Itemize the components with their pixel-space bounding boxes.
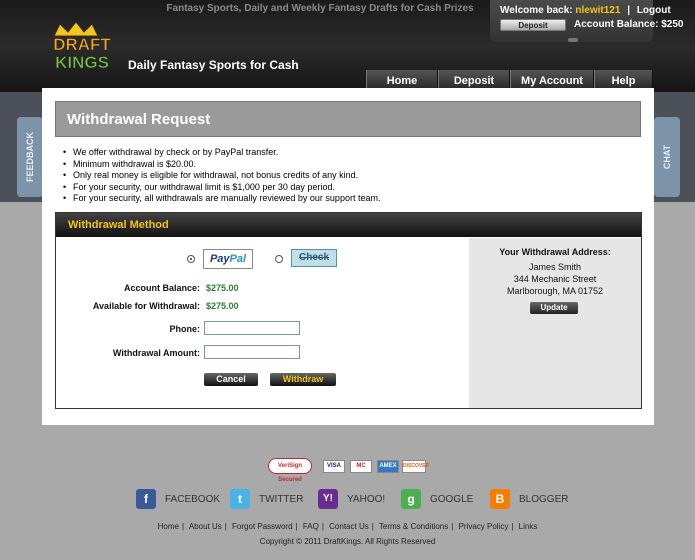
header-balance: Account Balance: $250: [574, 19, 684, 30]
logo-kings-text: KINGS: [55, 53, 109, 72]
header-deposit-button[interactable]: Deposit: [500, 19, 566, 31]
withdrawal-method-box: Withdrawal Method PayPal Check Account B…: [55, 212, 642, 409]
available-value: $275.00: [206, 301, 239, 311]
account-box: Welcome back: nlewit121 | Logout Deposit…: [490, 0, 684, 42]
withdrawal-panel: Withdrawal Request We offer withdrawal b…: [42, 88, 654, 425]
amex-card-icon: AMEX: [377, 460, 399, 473]
crown-icon: [53, 22, 99, 37]
copyright: Copyright © 2011 DraftKings. All Rights …: [259, 537, 436, 546]
note-item: For your security, our withdrawal limit …: [63, 182, 380, 194]
paypal-logo[interactable]: PayPal: [203, 249, 253, 269]
site-footer: VeriSign Secured VISA MC AMEX DISCOVER f…: [0, 440, 695, 560]
available-label: Available for Withdrawal:: [92, 301, 200, 311]
phone-label: Phone:: [169, 324, 201, 334]
note-item: Only real money is eligible for withdraw…: [63, 170, 380, 182]
logout-link[interactable]: Logout: [637, 5, 671, 16]
feedback-label: FEEDBACK: [25, 131, 35, 183]
note-item: We offer withdrawal by check or by PayPa…: [63, 147, 380, 159]
yahoo-label: YAHOO!: [347, 493, 386, 505]
site-title: Daily Fantasy Sports for Cash: [128, 58, 299, 72]
google-link[interactable]: g GOOGLE: [401, 489, 473, 509]
paypal-logo-text-b: Pal: [229, 253, 247, 265]
withdrawal-notes: We offer withdrawal by check or by PayPa…: [63, 147, 380, 205]
cancel-button[interactable]: Cancel: [204, 373, 258, 386]
footer-link-links[interactable]: Links: [519, 522, 538, 531]
footer-link-terms[interactable]: Terms & Conditions: [379, 522, 448, 531]
balance-value: $250: [661, 19, 684, 30]
verisign-badge[interactable]: VeriSign Secured: [268, 458, 312, 483]
facebook-label: FACEBOOK: [165, 493, 221, 505]
username-link[interactable]: nlewit121: [575, 5, 620, 16]
twitter-icon: t: [230, 489, 250, 509]
footer-link-about[interactable]: About Us: [189, 522, 222, 531]
visa-card-icon: VISA: [323, 460, 345, 473]
blogger-icon: B: [490, 489, 510, 509]
check-logo[interactable]: Check: [291, 249, 337, 267]
footer-link-privacy[interactable]: Privacy Policy: [459, 522, 509, 531]
blogger-link[interactable]: B BLOGGER: [490, 489, 568, 509]
address-city: Marlborough, MA 01752: [506, 286, 604, 296]
yahoo-link[interactable]: Y! YAHOO!: [318, 489, 385, 509]
discover-card-icon: DISCOVER: [402, 460, 429, 473]
account-balance-value: $275.00: [206, 283, 239, 293]
note-item: For your security, all withdrawals are m…: [63, 193, 380, 205]
footer-link-forgot-password[interactable]: Forgot Password: [232, 522, 292, 531]
note-item: Minimum withdrawal is $20.00.: [63, 159, 380, 171]
address-title: Your Withdrawal Address:: [499, 247, 611, 257]
welcome-line: Welcome back: nlewit121 | Logout: [500, 5, 671, 16]
withdrawal-address-panel: Your Withdrawal Address: James Smith 344…: [469, 238, 641, 408]
address-street: 344 Mechanic Street: [513, 274, 597, 284]
footer-link-faq[interactable]: FAQ: [303, 522, 319, 531]
logo-draft-text: DRAFT: [53, 35, 111, 54]
account-balance-label: Account Balance:: [123, 283, 200, 293]
withdrawal-method-title: Withdrawal Method: [56, 213, 641, 237]
google-label: GOOGLE: [430, 493, 474, 505]
check-radio[interactable]: [275, 255, 283, 263]
facebook-icon: f: [136, 489, 156, 509]
site-header: Fantasy Sports, Daily and Weekly Fantasy…: [0, 0, 695, 92]
chevron-down-icon[interactable]: [568, 38, 578, 42]
blogger-label: BLOGGER: [519, 493, 569, 505]
page-title: Withdrawal Request: [55, 101, 641, 137]
twitter-label: TWITTER: [259, 493, 304, 505]
withdrawal-amount-field[interactable]: [204, 345, 300, 359]
update-address-button[interactable]: Update: [530, 302, 578, 314]
draftkings-logo[interactable]: DRAFT KINGS: [36, 22, 126, 78]
chat-label: CHAT: [662, 144, 672, 170]
google-icon: g: [401, 489, 421, 509]
paypal-logo-text-a: Pay: [209, 253, 230, 265]
mastercard-icon: MC: [350, 460, 372, 473]
separator: |: [627, 5, 631, 16]
footer-link-contact[interactable]: Contact Us: [329, 522, 369, 531]
paypal-radio[interactable]: [187, 255, 195, 263]
yahoo-icon: Y!: [318, 489, 338, 509]
address-name: James Smith: [528, 262, 581, 272]
feedback-tab[interactable]: FEEDBACK: [17, 117, 43, 197]
phone-field[interactable]: [204, 321, 300, 335]
withdraw-button[interactable]: Withdraw: [270, 373, 336, 386]
withdrawal-amount-label: Withdrawal Amount:: [112, 348, 200, 358]
facebook-link[interactable]: f FACEBOOK: [136, 489, 220, 509]
footer-links: Home | About Us | Forgot Password | FAQ | Co…: [157, 522, 538, 531]
welcome-prefix: Welcome back:: [500, 5, 573, 16]
chat-tab[interactable]: CHAT: [654, 117, 680, 197]
twitter-link[interactable]: t TWITTER: [230, 489, 303, 509]
balance-label: Account Balance:: [574, 19, 659, 30]
footer-link-home[interactable]: Home: [158, 522, 179, 531]
